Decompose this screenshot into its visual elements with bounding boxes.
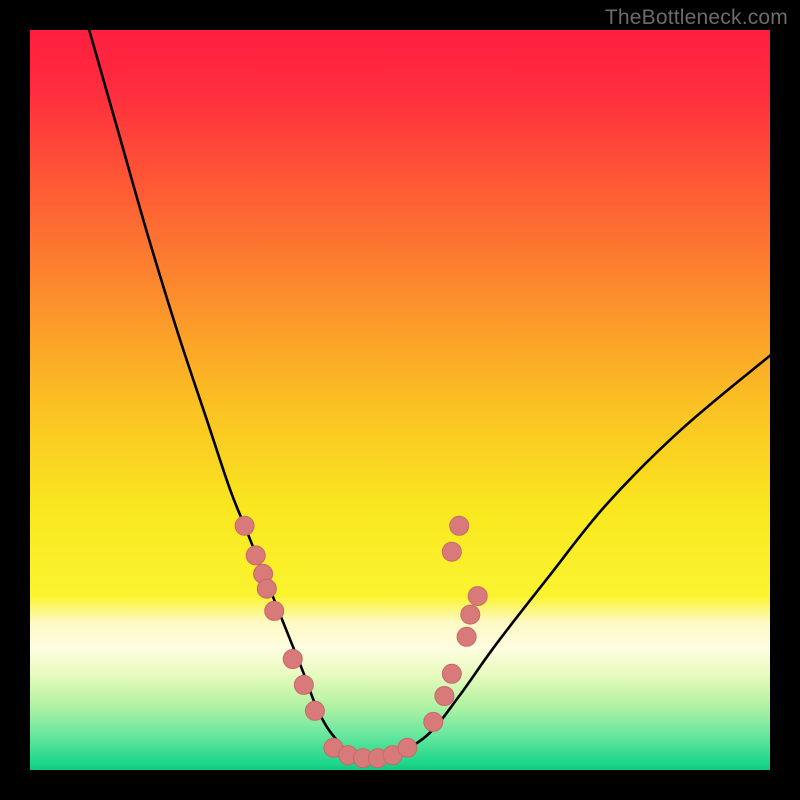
watermark-text: TheBottleneck.com — [605, 6, 788, 30]
curve-marker — [442, 664, 461, 683]
curve-markers — [235, 516, 487, 767]
curve-marker — [265, 601, 284, 620]
curve-marker — [294, 675, 313, 694]
curve-marker — [468, 587, 487, 606]
curve-marker — [461, 605, 480, 624]
curve-marker — [450, 516, 469, 535]
curve-marker — [246, 546, 265, 565]
curve-marker — [283, 650, 302, 669]
bottleneck-curve — [89, 30, 770, 759]
curve-marker — [235, 516, 254, 535]
curve-marker — [424, 712, 443, 731]
curve-marker — [398, 738, 417, 757]
curve-marker — [442, 542, 461, 561]
curve-marker — [305, 701, 324, 720]
plot-area — [30, 30, 770, 770]
curve-marker — [435, 687, 454, 706]
chart-frame: TheBottleneck.com — [0, 0, 800, 800]
curve-marker — [257, 579, 276, 598]
curve-marker — [457, 627, 476, 646]
curve-layer — [30, 30, 770, 770]
